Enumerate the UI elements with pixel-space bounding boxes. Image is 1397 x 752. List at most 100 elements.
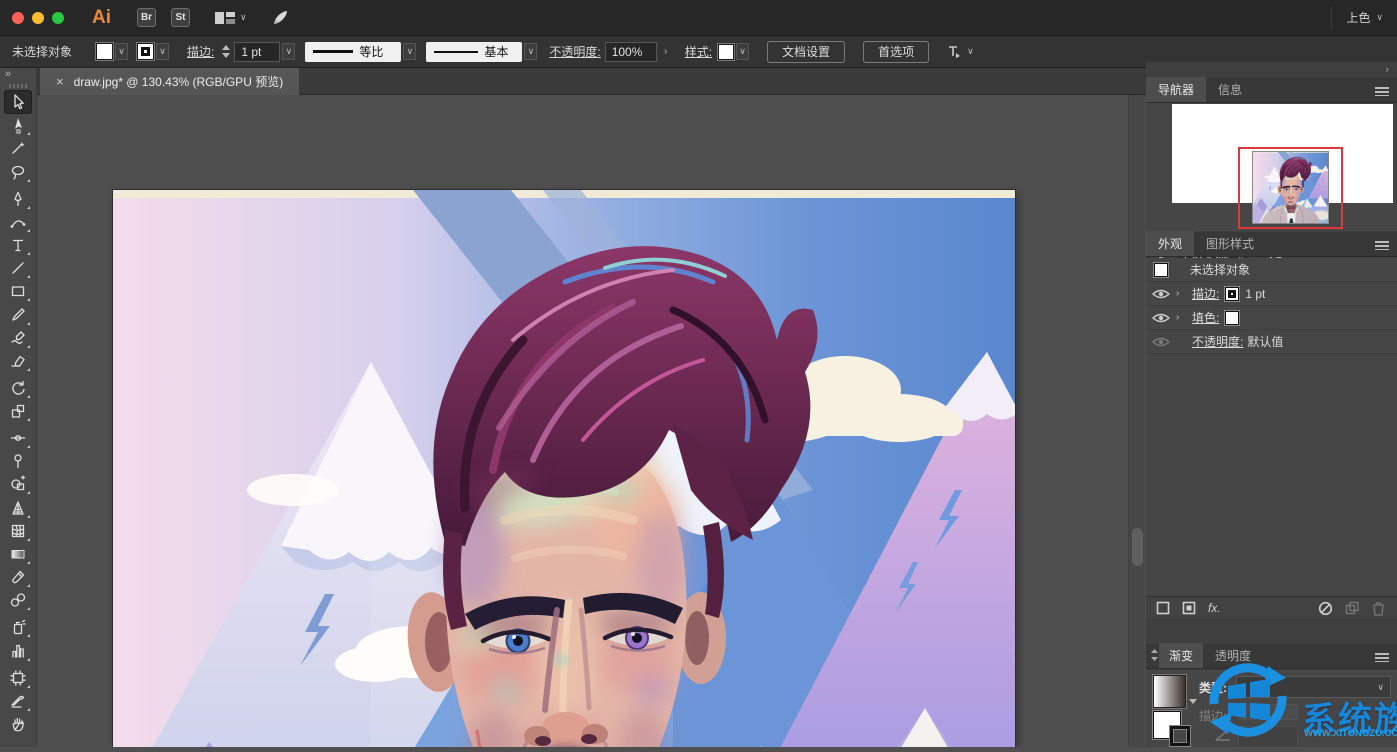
expand-row-icon[interactable]: › [1176,288,1192,299]
style-swatch[interactable] [718,44,734,60]
blend-tool[interactable] [5,589,31,611]
tab-gradient[interactable]: 渐变 [1159,643,1203,668]
visibility-eye-icon[interactable] [1152,288,1170,300]
zoom-window-button[interactable] [52,12,64,24]
expand-row-icon[interactable]: › [1176,312,1192,323]
stock-button[interactable]: St [171,8,190,27]
appearance-stroke-swatch[interactable] [1225,287,1239,301]
shaper-tool[interactable] [5,327,31,349]
perspective-grid-tool[interactable] [5,497,31,519]
gradient-type-select[interactable]: ∨ [1236,676,1391,698]
curvature-tool[interactable] [5,211,31,233]
width-tool[interactable] [5,427,31,449]
appearance-row-no-selection[interactable]: 未选择对象 [1146,258,1397,282]
gradient-stroke-within-button[interactable] [1238,704,1256,720]
eyedropper-tool[interactable] [5,566,31,588]
bridge-button[interactable]: Br [137,8,156,27]
eraser-tool[interactable] [5,350,31,372]
shape-builder-tool[interactable] [5,473,31,495]
toolbar-grip[interactable] [9,84,27,88]
document-tab[interactable]: × draw.jpg* @ 130.43% (RGB/GPU 预览) [40,68,299,95]
clear-appearance-icon[interactable] [1318,601,1333,616]
rotate-tool[interactable] [5,377,31,399]
stroke-weight-value[interactable]: 1 pt [234,42,280,62]
symbol-sprayer-tool[interactable] [5,616,31,638]
gradient-stroke-proxy[interactable] [1170,726,1190,746]
stroke-weight-label[interactable]: 描边: [187,43,214,60]
style-label[interactable]: 样式: [685,43,712,60]
gradient-stroke-across-button[interactable] [1280,704,1298,720]
mesh-tool[interactable] [5,520,31,542]
type-tool[interactable] [5,234,31,256]
rectangle-tool[interactable] [5,280,31,302]
brush-definition-select[interactable]: 基本 [426,42,522,62]
tab-info[interactable]: 信息 [1206,77,1254,102]
tab-graphic-styles[interactable]: 图形样式 [1194,231,1266,256]
pen-tool[interactable] [5,188,31,210]
opacity-label[interactable]: 不透明度: [549,43,600,60]
tab-appearance[interactable]: 外观 [1146,231,1194,256]
panel-cycle-icon[interactable] [1150,649,1159,661]
appearance-row-stroke[interactable]: › 描边: 1 pt [1146,282,1397,306]
duplicate-item-icon[interactable] [1345,601,1360,615]
close-tab-icon[interactable]: × [56,74,64,89]
gradient-angle-input[interactable] [1238,726,1298,748]
magic-wand-tool[interactable] [5,137,31,159]
tab-navigator[interactable]: 导航器 [1146,77,1206,102]
document-setup-button[interactable]: 文档设置 [767,41,845,63]
isolate-selection-button[interactable]: ∨ [945,44,974,60]
panel-menu-icon[interactable] [1375,653,1389,662]
gpu-performance-button[interactable] [271,9,289,27]
gradient-stroke-along-button[interactable] [1259,704,1277,720]
gradient-swatch-dropdown[interactable] [1189,699,1197,704]
paintbrush-tool[interactable] [5,304,31,326]
appearance-stroke-label[interactable]: 描边: [1192,285,1219,302]
minimize-window-button[interactable] [32,12,44,24]
vertical-scrollbar-thumb[interactable] [1132,528,1143,566]
panel-menu-icon[interactable] [1375,87,1389,96]
appearance-row-opacity[interactable]: 不透明度: 默认值 [1146,330,1397,354]
visibility-eye-icon[interactable] [1152,336,1170,348]
appearance-opacity-label[interactable]: 不透明度: [1192,333,1243,350]
line-segment-tool[interactable] [5,257,31,279]
scale-tool[interactable] [5,400,31,422]
preferences-button[interactable]: 首选项 [863,41,929,63]
tab-transparency[interactable]: 透明度 [1203,643,1263,668]
gradient-tool[interactable] [5,543,31,565]
arrange-documents-button[interactable]: ∨ [214,11,247,25]
stroke-color-dropdown[interactable]: ∨ [156,43,169,60]
toolbar-expand-button[interactable]: » [0,68,36,82]
add-effect-button[interactable]: fx. [1208,601,1221,615]
delete-item-icon[interactable] [1372,601,1385,616]
vertical-scrollbar[interactable] [1128,95,1145,747]
artboard-tool[interactable] [5,667,31,689]
gradient-fill-swatch[interactable] [1153,675,1186,708]
column-graph-tool[interactable] [5,640,31,662]
appearance-fill-swatch[interactable] [1225,311,1239,325]
width-profile-dropdown[interactable]: ∨ [403,43,416,60]
fill-color-swatch[interactable] [96,43,113,60]
hand-tool[interactable] [5,713,31,735]
appearance-row-fill[interactable]: › 填色: [1146,306,1397,330]
stroke-color-swatch[interactable] [137,43,154,60]
add-new-fill-icon[interactable] [1182,601,1196,615]
add-new-stroke-icon[interactable] [1156,601,1170,615]
stroke-weight-stepper[interactable] [222,45,230,58]
direct-selection-tool[interactable] [5,114,31,136]
stroke-weight-dropdown[interactable]: ∨ [282,43,295,60]
artboard[interactable] [113,190,1015,747]
navigator-proxy-rect[interactable] [1238,147,1343,229]
panel-menu-icon[interactable] [1375,241,1389,250]
width-profile-select[interactable]: 等比 [305,42,401,62]
slice-tool[interactable] [5,690,31,712]
puppet-warp-tool[interactable] [5,450,31,472]
brush-definition-dropdown[interactable]: ∨ [524,43,537,60]
visibility-eye-icon[interactable] [1152,312,1170,324]
close-window-button[interactable] [12,12,24,24]
workspace-switcher[interactable]: 上色 ∨ [1331,7,1397,29]
opacity-expand-button[interactable]: › [659,42,673,62]
fill-color-dropdown[interactable]: ∨ [115,43,128,60]
canvas-area[interactable] [37,95,1128,747]
appearance-fill-label[interactable]: 填色: [1192,309,1219,326]
collapse-panels-button[interactable]: › [1385,64,1389,76]
